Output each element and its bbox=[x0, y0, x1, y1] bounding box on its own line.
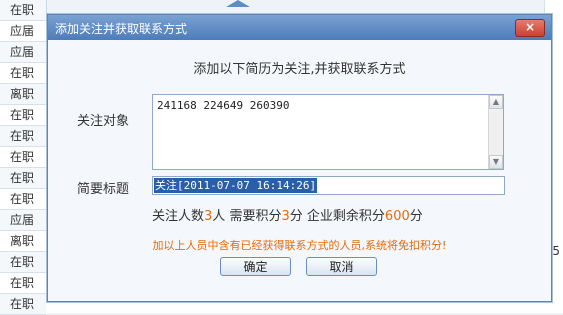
remain-label: 企业剩余积分 bbox=[306, 209, 385, 224]
background-row-status: 在职 bbox=[0, 189, 46, 210]
need-label: 需要积分 bbox=[229, 209, 282, 224]
background-row-status: 在职 bbox=[0, 294, 46, 315]
warning-text: 加以上人员中含有已经获得联系方式的人员,系统将免扣积分! bbox=[152, 239, 447, 252]
need-unit: 分 bbox=[289, 209, 303, 224]
close-button[interactable]: × bbox=[515, 19, 545, 37]
background-row-status: 离职 bbox=[0, 231, 46, 252]
background-row-status: 在职 bbox=[0, 252, 46, 273]
remain-value: 600 bbox=[384, 209, 410, 224]
count-unit: 人 bbox=[212, 209, 226, 224]
background-row-status: 应届 bbox=[0, 21, 46, 42]
target-value: 241168 224649 260390 bbox=[157, 99, 290, 112]
scroll-down-icon[interactable]: ▼ bbox=[489, 155, 503, 169]
background-table-bottom bbox=[46, 302, 545, 313]
scroll-up-icon[interactable]: ▲ bbox=[489, 95, 503, 109]
background-row-status: 离职 bbox=[0, 84, 46, 105]
background-row-status: 在职 bbox=[0, 63, 46, 84]
background-row-status: 应届 bbox=[0, 42, 46, 63]
summary-value: 关注[2011-07-07 16:14:26] bbox=[154, 178, 318, 193]
background-row-status: 在职 bbox=[0, 273, 46, 294]
summary-label: 简要标题 bbox=[77, 182, 130, 197]
cancel-button[interactable]: 取消 bbox=[306, 257, 377, 276]
background-row-status: 应届 bbox=[0, 210, 46, 231]
background-table-column: 在职 应届 应届 在职 离职 在职 在职 在职 在职 在职 应届 离职 在职 在职 在职 bbox=[0, 0, 47, 315]
background-right-text: 5 bbox=[552, 244, 560, 258]
dialog-heading: 添加以下简历为关注,并获取联系方式 bbox=[193, 62, 406, 77]
count-label: 关注人数 bbox=[152, 209, 205, 224]
close-icon: × bbox=[524, 20, 536, 34]
target-label: 关注对象 bbox=[77, 114, 130, 129]
target-textarea[interactable]: 241168 224649 260390 ▲ ▼ bbox=[152, 94, 504, 170]
background-row-status: 在职 bbox=[0, 168, 46, 189]
stats-line: 关注人数3人 需要积分3分 企业剩余积分600分 bbox=[152, 205, 423, 224]
background-row-status: 在职 bbox=[0, 0, 46, 21]
summary-input[interactable]: 关注[2011-07-07 16:14:26] bbox=[152, 176, 505, 195]
need-value: 3 bbox=[281, 209, 290, 224]
add-follow-dialog: 添加关注并获取联系方式 × 添加以下简历为关注,并获取联系方式 关注对象 241… bbox=[47, 14, 552, 302]
dialog-title: 添加关注并获取联系方式 bbox=[55, 22, 188, 36]
background-row-status: 在职 bbox=[0, 126, 46, 147]
collapse-arrow-icon[interactable] bbox=[226, 0, 250, 7]
background-row-status: 在职 bbox=[0, 105, 46, 126]
dialog-titlebar[interactable]: 添加关注并获取联系方式 × bbox=[48, 15, 551, 40]
remain-unit: 分 bbox=[409, 209, 423, 224]
textarea-scrollbar[interactable]: ▲ ▼ bbox=[488, 95, 503, 169]
background-row-status: 在职 bbox=[0, 147, 46, 168]
confirm-button[interactable]: 确定 bbox=[220, 257, 291, 276]
